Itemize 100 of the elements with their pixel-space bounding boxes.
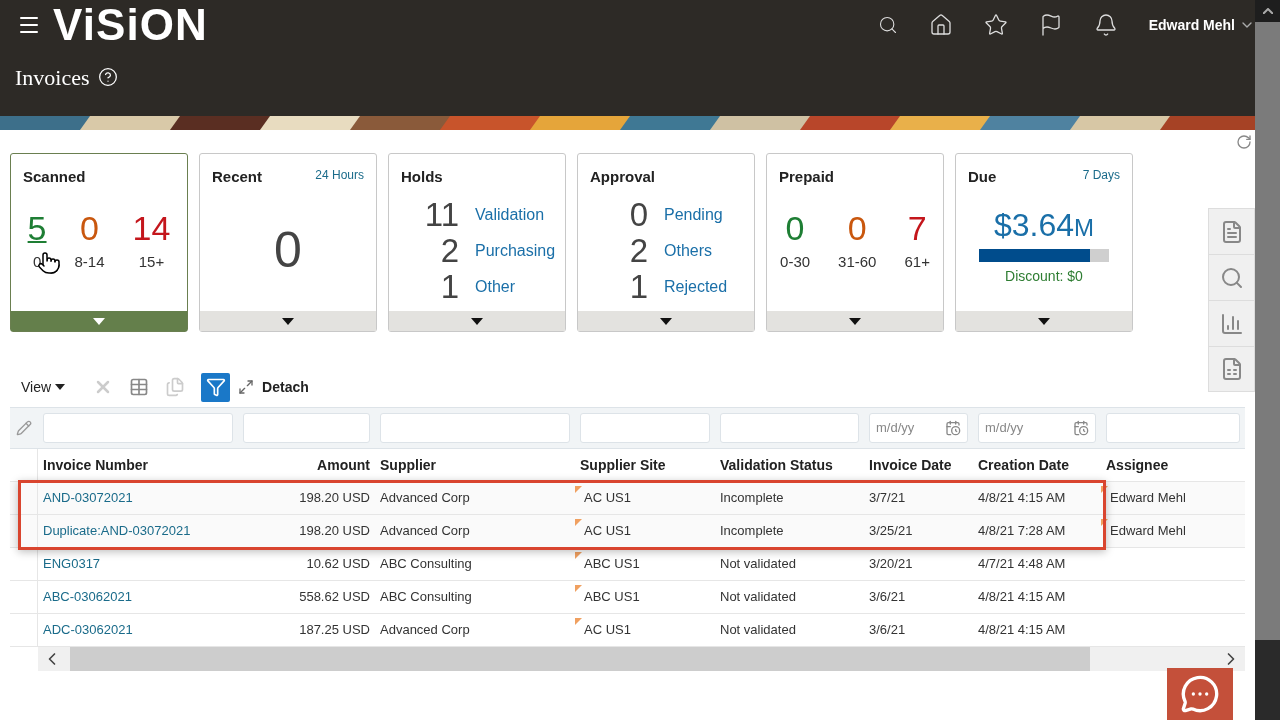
period-label[interactable]: 7 Days	[1082, 166, 1120, 184]
table-row[interactable]: ENG0317 10.62 USD ABC Consulting ABC US1 Not validated 3/20/21 4/7/21 4:48 AM	[10, 548, 1245, 581]
search-icon[interactable]	[877, 15, 898, 35]
chat-button[interactable]	[1167, 668, 1233, 720]
chat-icon	[1180, 674, 1220, 714]
filter-field[interactable]	[580, 413, 710, 443]
invoice-link[interactable]: AND-03072021	[43, 488, 133, 508]
table-cell-text: Edward Mehl	[1110, 489, 1186, 508]
caret-up-icon	[1262, 8, 1273, 14]
table-cell-text: Not validated	[720, 588, 796, 607]
count-link[interactable]: 14	[132, 208, 171, 247]
category-link[interactable]: Rejected	[664, 274, 754, 299]
column-header[interactable]: Invoice Number	[38, 454, 238, 476]
document-icon[interactable]	[165, 377, 186, 397]
table-cell-text: 558.62 USD	[299, 588, 370, 607]
refresh-icon[interactable]	[1236, 134, 1252, 150]
pencil-icon[interactable]	[16, 420, 32, 436]
summary-card[interactable]: Holds 11 Validation 2 Purchasing 1 Other	[388, 153, 566, 332]
table-row[interactable]: AND-03072021 198.20 USD Advanced Corp AC US1 Incomplete 3/7/21 4/8/21 4:15 AM Edward Mehl	[10, 482, 1245, 515]
summary-card[interactable]: Approval 0 Pending 2 Others 1 Rejected	[577, 153, 755, 332]
amount-value[interactable]: $3.64	[993, 200, 1075, 249]
discount-text: Discount: $0	[1005, 266, 1083, 286]
invoice-link[interactable]: ADC-03062021	[43, 620, 133, 640]
card-title: Recent	[212, 167, 263, 187]
count-value[interactable]: 0	[274, 212, 302, 288]
invoice-link[interactable]: Duplicate:AND-03072021	[43, 521, 191, 541]
date-filter-field[interactable]: m/d/yy	[978, 413, 1096, 443]
date-filter-field[interactable]: m/d/yy	[869, 413, 968, 443]
category-link[interactable]: Purchasing	[475, 238, 565, 263]
table-cell-text: 4/8/21 4:15 AM	[978, 588, 1066, 607]
range-label: 61+	[904, 251, 930, 272]
range-label: 15+	[138, 251, 165, 272]
home-icon[interactable]	[928, 13, 953, 37]
table-cell-text: ABC Consulting	[380, 555, 472, 574]
table-row[interactable]: ABC-03062021 558.62 USD ABC Consulting ABC US1 Not validated 3/6/21 4/8/21 4:15 AM	[10, 581, 1245, 614]
calendar-icon	[1073, 420, 1089, 436]
filter-field[interactable]	[720, 413, 859, 443]
column-header[interactable]: Supplier	[375, 454, 575, 476]
caret-icon	[93, 317, 105, 325]
table-cell-text: AC US1	[584, 522, 631, 541]
table-cell-text: Not validated	[720, 621, 796, 640]
category-link[interactable]: Others	[664, 238, 754, 263]
category-link[interactable]: Pending	[664, 202, 754, 227]
period-label[interactable]: 24 Hours	[315, 166, 364, 184]
range-label: 8-14	[74, 251, 105, 272]
view-menu[interactable]: View	[21, 376, 66, 398]
bell-icon[interactable]	[1093, 13, 1118, 37]
vertical-scrollbar[interactable]	[1255, 0, 1280, 720]
count-value: 11	[423, 196, 459, 233]
count-link[interactable]: 0	[80, 208, 99, 247]
table-cell-text: 4/7/21 4:48 AM	[978, 555, 1066, 574]
horizontal-scrollbar[interactable]	[38, 647, 1245, 671]
caret-icon	[55, 384, 66, 390]
table-cell-text: 4/8/21 4:15 AM	[978, 621, 1066, 640]
table-icon[interactable]	[129, 377, 150, 397]
category-link[interactable]: Validation	[475, 202, 565, 227]
note-marker-icon	[575, 552, 582, 559]
column-header[interactable]: Invoice Date	[864, 454, 973, 476]
scroll-up-button[interactable]	[1255, 0, 1280, 22]
table-cell-text: ABC Consulting	[380, 588, 472, 607]
filter-button[interactable]	[201, 372, 231, 402]
table-cell-text: Not validated	[720, 555, 796, 574]
summary-card[interactable]: Prepaid 0 0-30 0 31-60 7 61+	[766, 153, 944, 332]
caret-icon	[1038, 317, 1050, 325]
star-icon[interactable]	[983, 13, 1008, 37]
range-label: 0-30	[780, 251, 811, 272]
count-link[interactable]: 5	[27, 208, 47, 247]
detach-button[interactable]: Detach	[238, 376, 309, 398]
calendar-icon	[945, 420, 961, 436]
count-value: 1	[439, 268, 459, 305]
table-cell-text: Advanced Corp	[380, 621, 470, 640]
invoice-link[interactable]: ABC-03062021	[43, 587, 132, 607]
summary-card[interactable]: Recent 24 Hours 0	[199, 153, 377, 332]
table-cell-text: 4/8/21 7:28 AM	[978, 522, 1066, 541]
filter-field[interactable]	[1106, 413, 1240, 443]
filter-field[interactable]	[43, 413, 233, 443]
invoice-link[interactable]: ENG0317	[43, 554, 101, 574]
table-cell-text: 3/25/21	[869, 522, 913, 541]
summary-card[interactable]: Due 7 Days $3.64M Discount: $0	[955, 153, 1133, 332]
user-menu[interactable]: Edward Mehl	[1148, 14, 1255, 36]
caret-icon	[849, 317, 861, 325]
table-cell-text: 3/20/21	[869, 555, 913, 574]
filter-field[interactable]	[243, 413, 370, 443]
help-icon[interactable]	[97, 67, 118, 87]
filter-field[interactable]	[380, 413, 570, 443]
note-marker-icon	[1101, 519, 1108, 526]
table-cell-text: 3/6/21	[869, 621, 906, 640]
column-header[interactable]: Validation Status	[715, 454, 864, 476]
table-cell-text: AC US1	[584, 621, 631, 640]
count-link[interactable]: 0	[847, 208, 867, 247]
column-header[interactable]: Amount	[238, 454, 375, 476]
count-link[interactable]: 0	[785, 208, 805, 247]
category-link[interactable]: Other	[475, 274, 565, 299]
table-row[interactable]: Duplicate:AND-03072021 198.20 USD Advanced Corp AC US1 Incomplete 3/25/21 4/8/21 7:28 AM Edward Mehl	[10, 515, 1245, 548]
count-link[interactable]: 7	[907, 208, 927, 247]
column-header[interactable]: Creation Date	[973, 454, 1101, 476]
scrollbar-thumb[interactable]	[70, 647, 1090, 671]
column-header[interactable]: Assignee	[1101, 454, 1245, 476]
bar-chart-icon[interactable]	[1219, 311, 1244, 336]
column-header[interactable]: Supplier Site	[575, 454, 715, 476]
